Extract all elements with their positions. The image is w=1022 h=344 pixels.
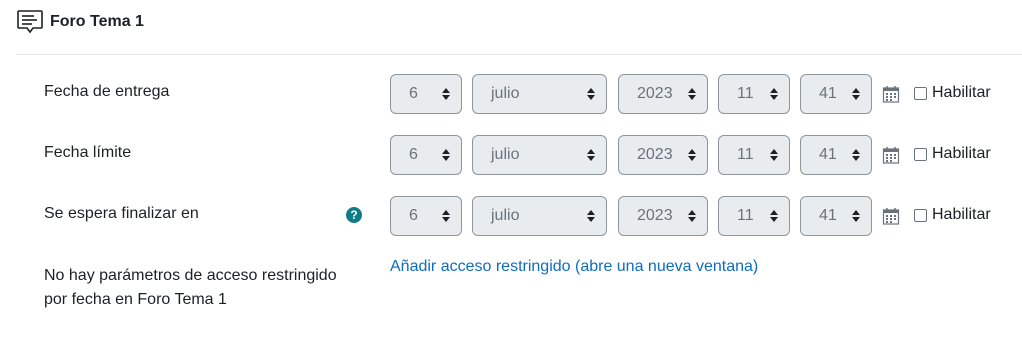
forum-icon bbox=[17, 10, 43, 34]
expected-minute-select[interactable]: 41 bbox=[800, 196, 872, 236]
restrict-note: No hay parámetros de acceso restringido … bbox=[44, 267, 337, 308]
due-month-select[interactable]: julio bbox=[472, 74, 607, 114]
activity-title: Foro Tema 1 bbox=[50, 13, 144, 30]
header-divider bbox=[16, 54, 1022, 55]
select-caret-icon bbox=[587, 210, 595, 222]
due-date-label: Fecha de entrega bbox=[44, 83, 170, 100]
due-minute-select[interactable]: 41 bbox=[800, 74, 872, 114]
cutoff-hour-select[interactable]: 11 bbox=[718, 135, 790, 175]
select-caret-icon bbox=[688, 149, 696, 161]
expected-completion-label: Se espera finalizar en bbox=[44, 205, 199, 222]
activity-header: Foro Tema 1 bbox=[16, 8, 144, 36]
due-day-select[interactable]: 6 bbox=[390, 74, 462, 114]
select-caret-icon bbox=[587, 149, 595, 161]
select-caret-icon bbox=[770, 210, 778, 222]
due-enable-checkbox[interactable]: Habilitar bbox=[914, 84, 991, 102]
select-caret-icon bbox=[688, 88, 696, 100]
select-caret-icon bbox=[442, 149, 450, 161]
cutoff-day-select[interactable]: 6 bbox=[390, 135, 462, 175]
expected-day-select[interactable]: 6 bbox=[390, 196, 462, 236]
select-caret-icon bbox=[852, 149, 860, 161]
calendar-icon[interactable] bbox=[882, 207, 900, 225]
expected-year-select[interactable]: 2023 bbox=[618, 196, 708, 236]
select-caret-icon bbox=[852, 210, 860, 222]
calendar-icon[interactable] bbox=[882, 85, 900, 103]
expected-hour-select[interactable]: 11 bbox=[718, 196, 790, 236]
cutoff-date-label: Fecha límite bbox=[44, 144, 132, 161]
cutoff-month-select[interactable]: julio bbox=[472, 135, 607, 175]
select-caret-icon bbox=[770, 88, 778, 100]
cutoff-enable-checkbox[interactable]: Habilitar bbox=[914, 145, 991, 163]
calendar-icon[interactable] bbox=[882, 146, 900, 164]
cutoff-minute-select[interactable]: 41 bbox=[800, 135, 872, 175]
expected-enable-checkbox[interactable]: Habilitar bbox=[914, 206, 991, 224]
due-year-select[interactable]: 2023 bbox=[618, 74, 708, 114]
help-icon[interactable]: ? bbox=[346, 207, 362, 223]
expected-month-select[interactable]: julio bbox=[472, 196, 607, 236]
select-caret-icon bbox=[587, 88, 595, 100]
select-caret-icon bbox=[442, 88, 450, 100]
checkbox[interactable] bbox=[914, 147, 927, 161]
select-caret-icon bbox=[852, 88, 860, 100]
cutoff-year-select[interactable]: 2023 bbox=[618, 135, 708, 175]
add-restriction-link[interactable]: Añadir acceso restringido (abre una nuev… bbox=[390, 258, 758, 276]
select-caret-icon bbox=[688, 210, 696, 222]
select-caret-icon bbox=[442, 210, 450, 222]
checkbox[interactable] bbox=[914, 208, 927, 222]
due-hour-select[interactable]: 11 bbox=[718, 74, 790, 114]
checkbox[interactable] bbox=[914, 86, 927, 100]
select-caret-icon bbox=[770, 149, 778, 161]
